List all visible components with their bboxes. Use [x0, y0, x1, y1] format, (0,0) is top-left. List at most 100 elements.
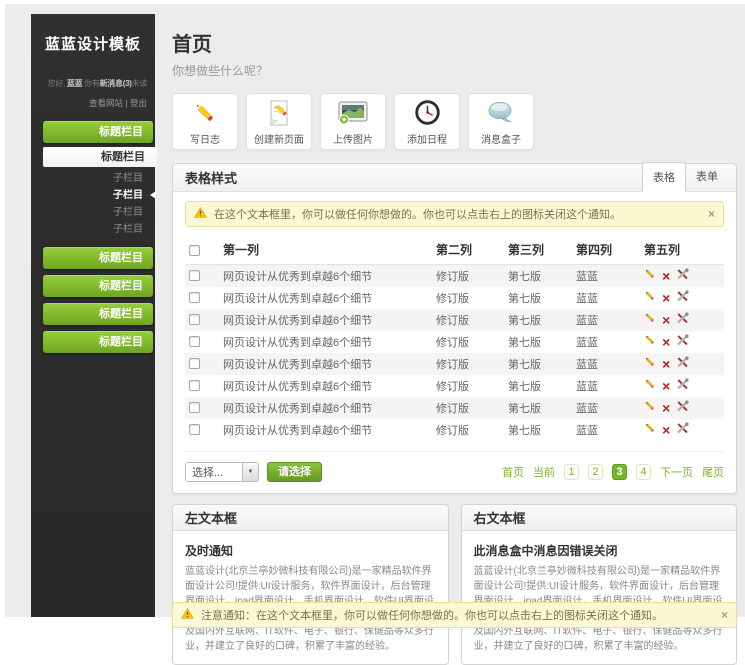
delete-icon[interactable]: × [662, 402, 670, 414]
user-greeting: 您好, 蓝蓝 你有新消息(3)未读 [31, 78, 155, 90]
tools-icon[interactable] [676, 356, 689, 371]
edit-icon[interactable] [644, 378, 656, 393]
close-icon[interactable]: × [721, 609, 728, 621]
row-checkbox[interactable] [189, 358, 200, 369]
select-all-checkbox[interactable] [189, 245, 200, 256]
select-value: 选择... [186, 464, 242, 480]
row-actions: × [640, 353, 724, 375]
edit-icon[interactable] [644, 334, 656, 349]
sidebar-subitem-3[interactable]: 子栏目 [31, 204, 155, 221]
pagination-first[interactable]: 首页 [502, 464, 524, 480]
apply-selection-button[interactable]: 请选择 [267, 462, 322, 482]
delete-icon[interactable]: × [662, 314, 670, 326]
row-title: 网页设计从优秀到卓越6个细节 [219, 331, 432, 353]
row-version[interactable]: 修订版 [432, 419, 504, 441]
row-edition: 第七版 [504, 309, 572, 331]
edit-icon[interactable] [644, 290, 656, 305]
row-version[interactable]: 修订版 [432, 397, 504, 419]
row-version[interactable]: 修订版 [432, 265, 504, 287]
bulk-action-select[interactable]: 选择... ▼ [185, 462, 259, 482]
pagination-page-2[interactable]: 2 [588, 464, 603, 480]
tab-table[interactable]: 表格 [642, 162, 686, 192]
pagination-next[interactable]: 下一页 [660, 464, 693, 480]
sidebar-item-section-1[interactable]: 标题栏目 [43, 121, 153, 143]
tools-icon[interactable] [676, 290, 689, 305]
row-title: 网页设计从优秀到卓越6个细节 [219, 397, 432, 419]
row-edition: 第七版 [504, 353, 572, 375]
table-header-row: 第一列 第二列 第三列 第四列 第五列 [185, 235, 724, 265]
pagination-last[interactable]: 尾页 [702, 464, 724, 480]
tools-icon[interactable] [676, 334, 689, 349]
sidebar-subitem-2-active[interactable]: 子栏目 [31, 187, 155, 204]
pagination-page-1[interactable]: 1 [564, 464, 579, 480]
row-checkbox[interactable] [189, 292, 200, 303]
edit-icon[interactable] [644, 268, 656, 283]
delete-icon[interactable]: × [662, 292, 670, 304]
row-version[interactable]: 修订版 [432, 353, 504, 375]
sidebar-item-section-2-active[interactable]: 标题栏目 [43, 147, 157, 167]
delete-icon[interactable]: × [662, 358, 670, 370]
tab-form[interactable]: 表单 [686, 162, 728, 192]
sidebar-section-group: 标题栏目 标题栏目 标题栏目 标题栏目 [31, 247, 155, 353]
pagination-page-4[interactable]: 4 [636, 464, 651, 480]
left-text-panel-header: 左文本框 [173, 505, 448, 531]
sidebar-item-section-5[interactable]: 标题栏目 [43, 303, 153, 325]
row-author: 蓝蓝 [572, 331, 640, 353]
view-site-link[interactable]: 查看网站 [89, 98, 123, 108]
pagination-page-3-current[interactable]: 3 [612, 464, 627, 480]
column-header-1: 第一列 [219, 235, 432, 265]
table-row: 网页设计从优秀到卓越6个细节 修订版 第七版 蓝蓝 × [185, 353, 724, 375]
delete-icon[interactable]: × [662, 270, 670, 282]
row-author: 蓝蓝 [572, 265, 640, 287]
tools-icon[interactable] [676, 268, 689, 283]
close-icon[interactable]: × [708, 208, 715, 220]
sidebar-subitem-label: 子栏目 [113, 190, 143, 201]
add-schedule-button[interactable]: 添加日程 [394, 93, 460, 150]
row-author: 蓝蓝 [572, 419, 640, 441]
delete-icon[interactable]: × [662, 336, 670, 348]
sidebar-item-section-4[interactable]: 标题栏目 [43, 275, 153, 297]
row-checkbox[interactable] [189, 270, 200, 281]
row-checkbox[interactable] [189, 336, 200, 347]
app-title: 蓝蓝设计模板 [31, 33, 155, 54]
write-log-label: 写日志 [190, 131, 220, 146]
row-version[interactable]: 修订版 [432, 287, 504, 309]
row-version[interactable]: 修订版 [432, 375, 504, 397]
row-checkbox[interactable] [189, 402, 200, 413]
write-log-button[interactable]: 写日志 [172, 93, 238, 150]
sidebar-subitem-4[interactable]: 子栏目 [31, 221, 155, 238]
table-row: 网页设计从优秀到卓越6个细节 修订版 第七版 蓝蓝 × [185, 419, 724, 441]
row-checkbox[interactable] [189, 424, 200, 435]
edit-icon[interactable] [644, 422, 656, 437]
row-checkbox[interactable] [189, 380, 200, 391]
tools-icon[interactable] [676, 378, 689, 393]
row-version[interactable]: 修订版 [432, 309, 504, 331]
logout-link[interactable]: 登出 [130, 98, 147, 108]
row-actions: × [640, 287, 724, 309]
tools-icon[interactable] [676, 422, 689, 437]
delete-icon[interactable]: × [662, 424, 670, 436]
table-footer: 选择... ▼ 请选择 首页 当前 1 2 3 4 下一页 尾页 [185, 451, 724, 482]
create-page-button[interactable]: 创建新页面 [246, 93, 312, 150]
edit-icon[interactable] [644, 312, 656, 327]
table-row: 网页设计从优秀到卓越6个细节 修订版 第七版 蓝蓝 × [185, 265, 724, 287]
sidebar-item-section-3[interactable]: 标题栏目 [43, 247, 153, 269]
greeting-prefix: 您好, [48, 79, 67, 88]
sidebar-item-section-6[interactable]: 标题栏目 [43, 331, 153, 353]
delete-icon[interactable]: × [662, 380, 670, 392]
row-version[interactable]: 修订版 [432, 331, 504, 353]
pagination-prev[interactable]: 当前 [533, 464, 555, 480]
sidebar-subitem-1[interactable]: 子栏目 [31, 170, 155, 187]
username-link[interactable]: 蓝蓝 [67, 79, 82, 88]
row-checkbox[interactable] [189, 314, 200, 325]
tools-icon[interactable] [676, 400, 689, 415]
message-box-button[interactable]: 消息盒子 [468, 93, 534, 150]
new-messages-link[interactable]: 新消息(3) [100, 79, 132, 88]
tools-icon[interactable] [676, 312, 689, 327]
edit-icon[interactable] [644, 400, 656, 415]
upload-image-button[interactable]: 上传图片 [320, 93, 386, 150]
table-row: 网页设计从优秀到卓越6个细节 修订版 第七版 蓝蓝 × [185, 375, 724, 397]
clock-icon [414, 98, 441, 128]
edit-icon[interactable] [644, 356, 656, 371]
left-text-panel-title: 左文本框 [185, 508, 237, 527]
